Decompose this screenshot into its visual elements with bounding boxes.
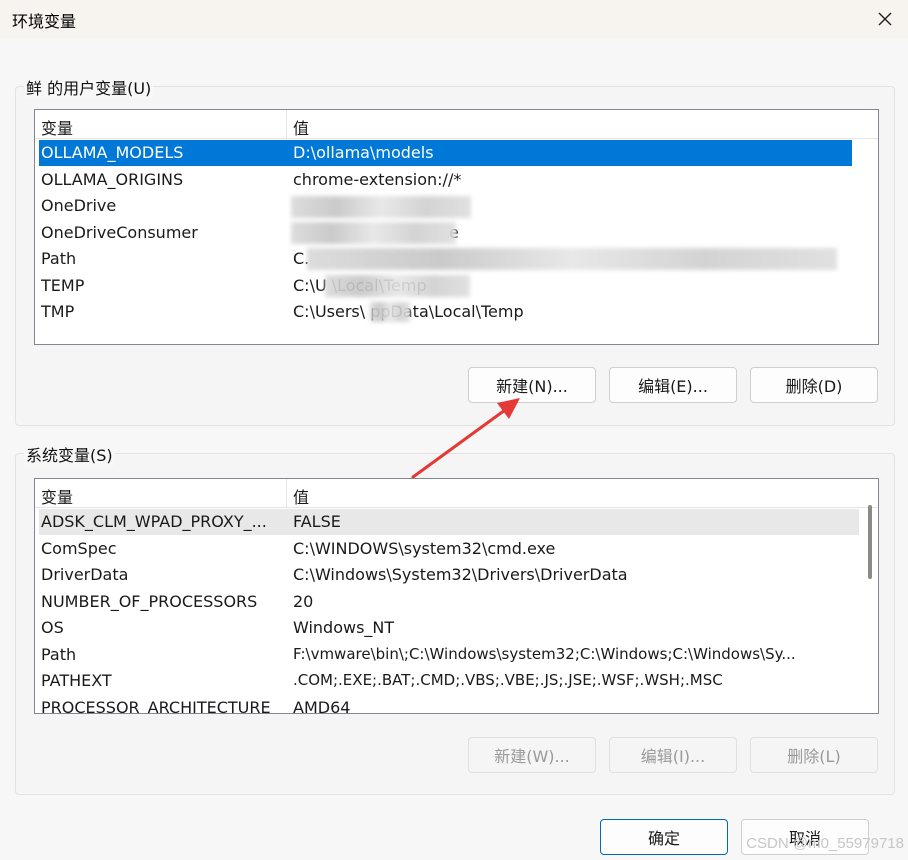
annotation-arrow bbox=[411, 398, 520, 479]
watermark: CSDN @m0_55979718 bbox=[746, 835, 904, 852]
